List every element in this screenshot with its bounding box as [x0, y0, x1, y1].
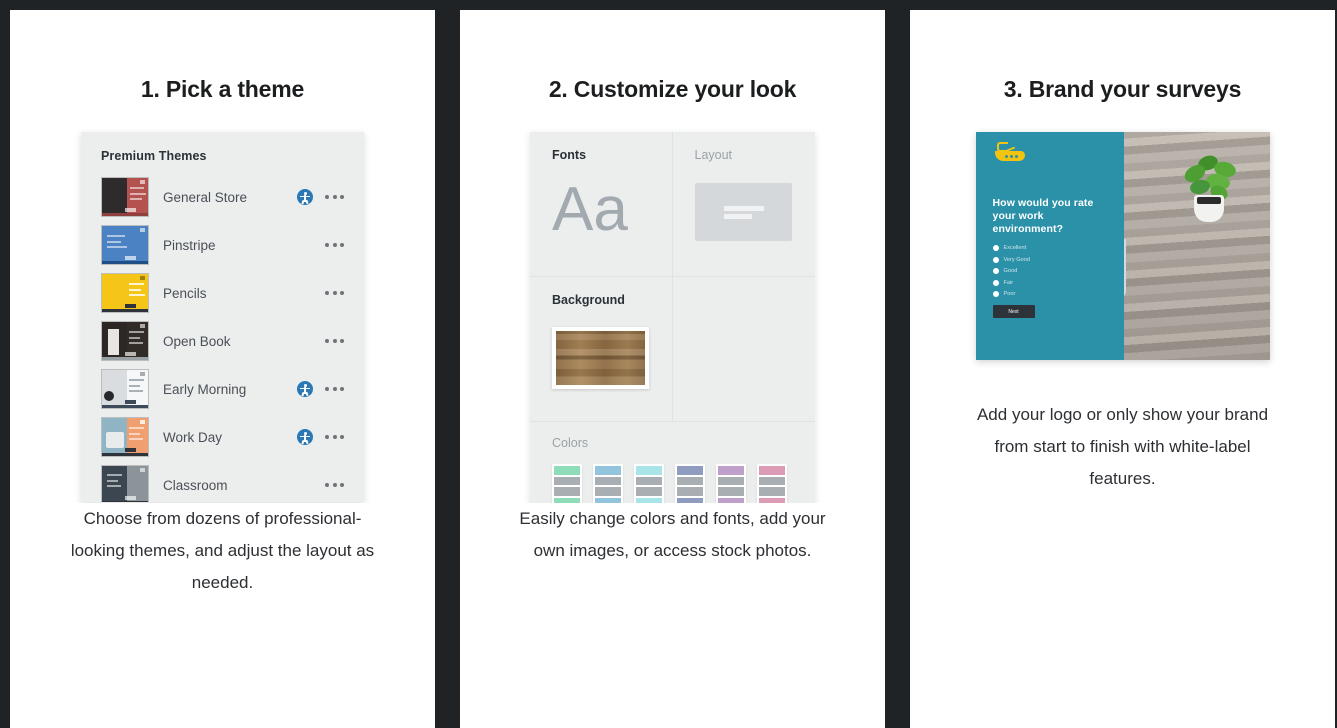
ellipsis-icon[interactable] — [323, 383, 346, 395]
accessibility-icon — [297, 381, 313, 397]
theme-name: General Store — [163, 189, 248, 205]
theme-thumbnail — [101, 225, 149, 265]
step-heading: 2. Customize your look — [548, 76, 797, 102]
theme-thumbnail — [101, 321, 149, 361]
theme-thumbnail — [101, 273, 149, 313]
boat-logo-icon — [993, 142, 1027, 164]
layout-thumbnail — [694, 183, 792, 241]
theme-name: Pencils — [163, 285, 207, 301]
radio-icon[interactable] — [992, 291, 999, 297]
branded-survey-screenshot: How would you rate your work environment… — [975, 132, 1270, 360]
theme-name: Open Book — [163, 333, 231, 349]
survey-option-label: Poor — [1003, 291, 1016, 297]
accessibility-icon — [297, 189, 313, 205]
font-sample: Aa — [552, 175, 628, 244]
color-swatch-row — [552, 464, 815, 503]
survey-preview-visual: How would you rate your work environment… — [910, 103, 1335, 399]
step-description: Easily change colors and fonts, add your… — [519, 509, 826, 560]
accessibility-icon — [297, 429, 313, 445]
cell-background[interactable]: Background — [530, 277, 673, 422]
ellipsis-icon[interactable] — [323, 287, 346, 299]
cell-label: Colors — [552, 436, 589, 450]
customize-visual: Fonts Aa Layout Background Colors — [460, 103, 885, 503]
step-heading: 1. Pick a theme — [140, 76, 305, 102]
color-swatch[interactable] — [757, 464, 787, 503]
survey-option[interactable]: Good — [992, 268, 1110, 274]
theme-picker-visual: Premium Themes General Store Pinstripe P… — [10, 103, 435, 503]
theme-name: Pinstripe — [163, 237, 216, 253]
step-description: Choose from dozens of professional-looki… — [70, 509, 375, 592]
survey-option[interactable]: Very Good — [992, 256, 1110, 263]
cell-label: Fonts — [552, 148, 587, 162]
theme-name: Classroom — [163, 477, 228, 493]
survey-option-label: Very Good — [1003, 256, 1030, 263]
survey-option[interactable]: Poor — [992, 291, 1110, 297]
cell-label: Layout — [694, 148, 733, 162]
cell-empty — [672, 277, 815, 422]
list-item[interactable]: Pencils — [81, 269, 364, 317]
ellipsis-icon[interactable] — [323, 239, 346, 251]
customize-panel: Fonts Aa Layout Background Colors — [530, 132, 815, 503]
theme-thumbnail — [101, 417, 149, 457]
list-item[interactable]: General Store — [81, 173, 364, 221]
ellipsis-icon[interactable] — [323, 335, 346, 347]
cell-fonts[interactable]: Fonts Aa — [530, 132, 673, 277]
step-card-brand-your-surveys: 3. Brand your surveys How would you rate… — [910, 10, 1335, 728]
cell-colors[interactable]: Colors — [530, 422, 815, 503]
survey-option-label: Excellent — [1003, 245, 1027, 251]
cell-label: Background — [552, 293, 625, 307]
step-card-customize-your-look: 2. Customize your look Fonts Aa Layout B… — [460, 10, 885, 728]
color-swatch[interactable] — [716, 464, 746, 503]
background-wood-swatch[interactable] — [552, 327, 649, 389]
list-item[interactable]: Work Day — [81, 413, 364, 461]
step-description: Add your logo or only show your brand fr… — [976, 405, 1269, 488]
premium-themes-title: Premium Themes — [101, 149, 207, 163]
step-heading: 3. Brand your surveys — [1003, 76, 1242, 102]
step-card-pick-a-theme: 1. Pick a theme Premium Themes General S… — [10, 10, 435, 728]
survey-option-label: Fair — [1003, 279, 1014, 286]
steps-row: 1. Pick a theme Premium Themes General S… — [0, 0, 1337, 728]
ellipsis-icon[interactable] — [323, 431, 346, 443]
survey-overlay: How would you rate your work environment… — [975, 132, 1124, 360]
next-button[interactable]: Next — [992, 305, 1035, 318]
theme-thumbnail — [101, 465, 149, 502]
next-button-label: Next — [1008, 308, 1019, 315]
cell-layout[interactable]: Layout — [672, 132, 815, 277]
color-swatch[interactable] — [675, 464, 705, 503]
theme-name: Work Day — [163, 429, 223, 445]
theme-thumbnail — [101, 369, 149, 409]
list-item[interactable]: Pinstripe — [81, 221, 364, 269]
list-item[interactable]: Early Morning — [81, 365, 364, 413]
color-swatch[interactable] — [593, 464, 623, 503]
list-item[interactable]: Open Book — [81, 317, 364, 365]
list-item[interactable]: Classroom — [81, 461, 364, 502]
color-swatch[interactable] — [552, 464, 582, 503]
ellipsis-icon[interactable] — [323, 191, 346, 203]
radio-icon[interactable] — [992, 268, 999, 274]
theme-thumbnail — [101, 177, 149, 217]
radio-icon[interactable] — [992, 245, 999, 251]
survey-option[interactable]: Fair — [992, 279, 1110, 286]
survey-option[interactable]: Excellent — [992, 245, 1110, 251]
survey-question: How would you rate your work environment… — [992, 197, 1094, 235]
color-swatch[interactable] — [634, 464, 664, 503]
theme-name: Early Morning — [163, 381, 247, 397]
radio-icon[interactable] — [992, 256, 999, 263]
survey-option-label: Good — [1003, 268, 1018, 274]
radio-icon[interactable] — [992, 279, 999, 286]
premium-themes-panel: Premium Themes General Store Pinstripe P… — [81, 132, 364, 502]
ellipsis-icon[interactable] — [323, 479, 346, 491]
plant-photo — [1176, 153, 1242, 222]
